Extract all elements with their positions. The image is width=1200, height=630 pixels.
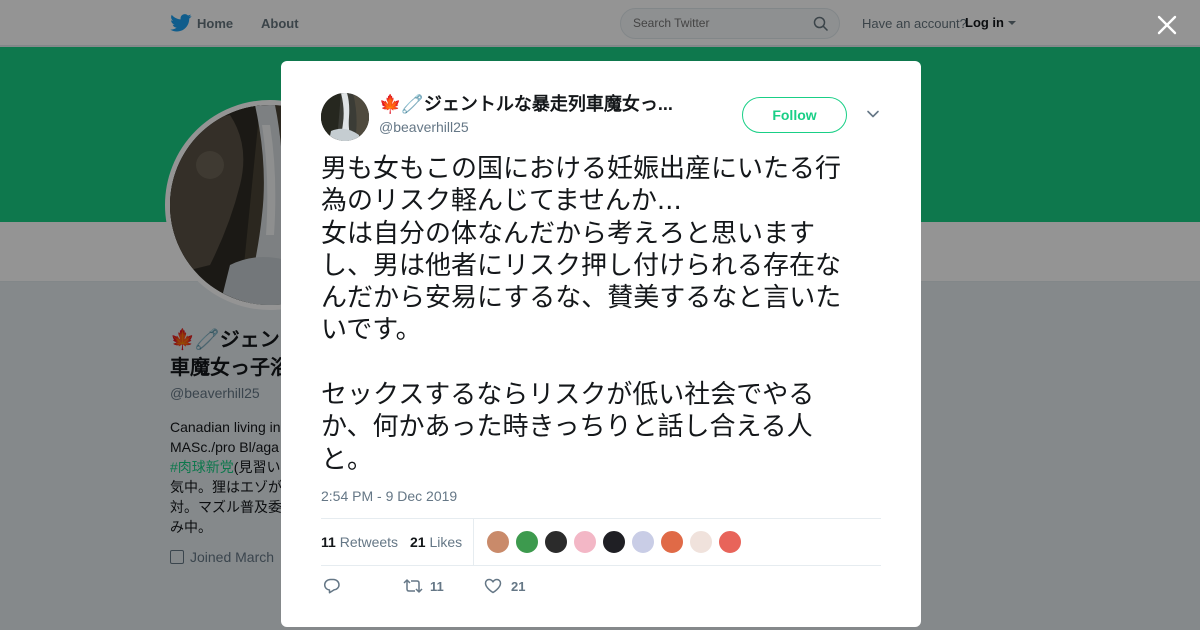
tweet-text-line: と。 bbox=[321, 444, 374, 475]
like-count: 21 bbox=[511, 579, 526, 594]
retweets-stat[interactable]: 11 Retweets bbox=[321, 534, 398, 550]
liker-avatar[interactable] bbox=[573, 530, 597, 554]
tweet-modal: 🍁🧷ジェントルな暴走列車魔女っ... @beaverhill25 Follow … bbox=[281, 61, 921, 627]
tweet-text-line: し、男は他者にリスク押し付けられる存在な bbox=[321, 250, 842, 281]
close-icon[interactable] bbox=[1154, 12, 1180, 38]
tweet-stats: 11 Retweets 21 Likes bbox=[321, 518, 881, 566]
likes-label: Likes bbox=[429, 534, 463, 550]
likes-count: 21 bbox=[410, 534, 426, 550]
follow-button[interactable]: Follow bbox=[742, 97, 847, 133]
liker-avatar[interactable] bbox=[602, 530, 626, 554]
retweets-count: 11 bbox=[321, 534, 336, 550]
tweet-text-line: んだから安易にするな、賛美するなと言いた bbox=[321, 283, 842, 314]
like-button[interactable]: 21 bbox=[484, 576, 544, 596]
stats-divider bbox=[473, 519, 474, 565]
liker-avatar[interactable] bbox=[689, 530, 713, 554]
author-handle[interactable]: @beaverhill25 bbox=[379, 119, 469, 135]
waterfall-photo bbox=[321, 93, 369, 141]
author-avatar[interactable] bbox=[321, 93, 369, 141]
tweet-text-line: 女は自分の体なんだから考えろと思います bbox=[321, 218, 816, 249]
liker-avatar[interactable] bbox=[718, 530, 742, 554]
tweet-text-line: セックスするならリスクが低い社会でやる bbox=[321, 380, 815, 411]
chevron-down-icon[interactable] bbox=[866, 107, 880, 121]
retweet-icon bbox=[403, 579, 423, 593]
liker-avatar[interactable] bbox=[486, 530, 510, 554]
tweet-text-line: 為のリスク軽んじてませんか... bbox=[321, 186, 682, 217]
tweet-text-line: 男も女もこの国における妊娠出産にいたる行 bbox=[321, 154, 842, 184]
heart-icon bbox=[484, 578, 502, 594]
tweet-text-line: か、何かあった時きっちりと話し合える人 bbox=[321, 412, 813, 443]
liker-avatar[interactable] bbox=[515, 530, 539, 554]
tweet-timestamp[interactable]: 2:54 PM - 9 Dec 2019 bbox=[321, 488, 457, 504]
tweet-text: 男も女もこの国における妊娠出産にいたる行 為のリスク軽んじてませんか... 女は… bbox=[321, 153, 886, 476]
likes-stat[interactable]: 21 Likes bbox=[410, 534, 462, 550]
retweet-button[interactable]: 11 bbox=[403, 576, 463, 596]
liker-avatar[interactable] bbox=[660, 530, 684, 554]
author-name[interactable]: 🍁🧷ジェントルな暴走列車魔女っ... bbox=[379, 92, 673, 116]
reply-icon bbox=[323, 578, 340, 594]
retweet-count: 11 bbox=[430, 579, 444, 594]
liker-avatar[interactable] bbox=[544, 530, 568, 554]
retweets-label: Retweets bbox=[339, 534, 399, 550]
liker-avatar[interactable] bbox=[631, 530, 655, 554]
tweet-text-line: いです。 bbox=[321, 315, 422, 346]
tweet-text-line bbox=[321, 347, 886, 379]
reply-button[interactable] bbox=[323, 576, 353, 596]
